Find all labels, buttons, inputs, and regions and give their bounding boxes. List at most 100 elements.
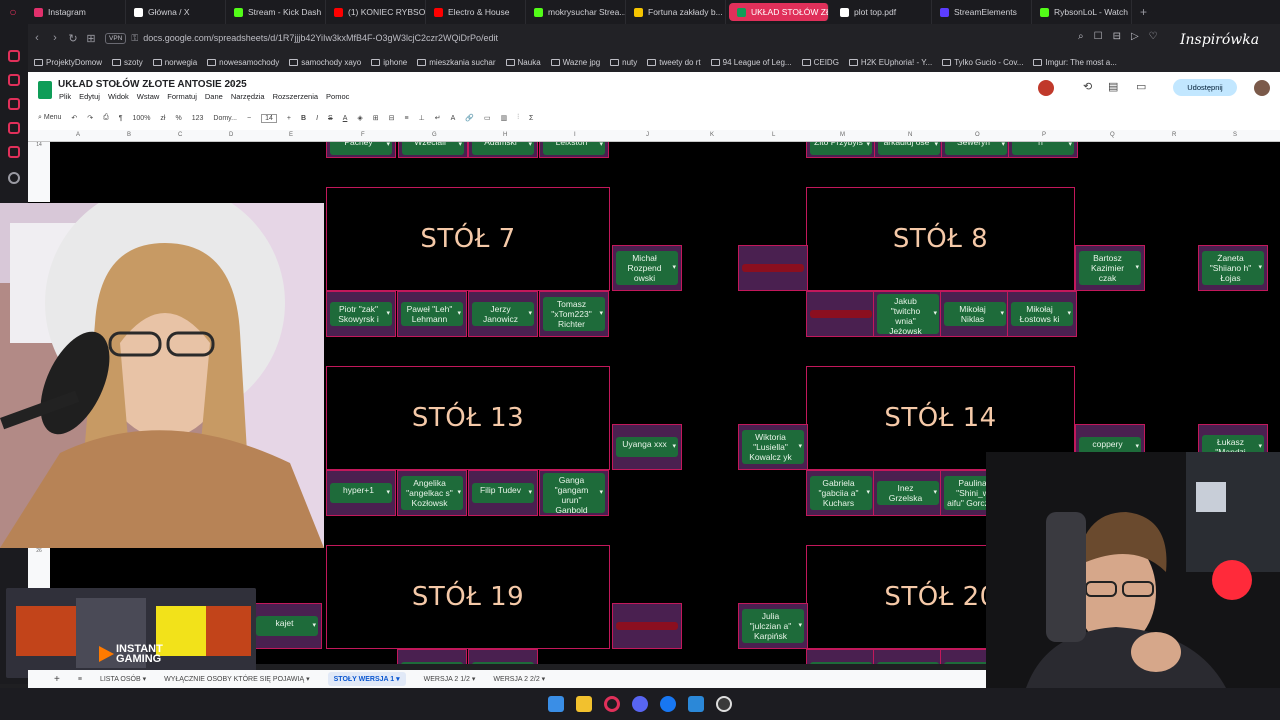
column-header[interactable]: E: [289, 132, 293, 138]
seat-cell[interactable]: Michał Rozpend owski: [612, 245, 682, 291]
bookmark-item[interactable]: tweety do rt: [647, 58, 701, 67]
guest-dropdown-chip[interactable]: Jerzy Janowicz: [472, 302, 534, 326]
guest-dropdown-chip[interactable]: kajet: [256, 616, 318, 636]
row-number[interactable]: 14: [28, 142, 50, 202]
guest-dropdown-chip[interactable]: Karolina: [877, 662, 939, 664]
bookmark-item[interactable]: Imgur: The most a...: [1033, 58, 1117, 67]
bookmark-item[interactable]: samochody xayo: [289, 58, 361, 67]
star-icon[interactable]: ☆: [228, 78, 236, 89]
seat-cell[interactable]: Julia "julczian a" Karpińsk: [738, 603, 808, 649]
guest-dropdown-chip[interactable]: Leixston: [543, 142, 605, 155]
bookmark-icon[interactable]: ☐: [1094, 31, 1103, 42]
filter-icon[interactable]: ⫶: [517, 114, 519, 122]
column-header[interactable]: H: [503, 132, 507, 138]
seat-cell[interactable]: Paweł "Leh" Lehmann: [397, 291, 467, 337]
share-button[interactable]: Udostępnij: [1173, 79, 1237, 96]
url-field[interactable]: docs.google.com/spreadsheets/d/1R7jjjb42…: [143, 33, 498, 43]
browser-tab[interactable]: Fortuna zakłady b...: [626, 0, 726, 24]
sidebar-shortcut-icon[interactable]: [8, 122, 20, 134]
seat-cell[interactable]: arkadiuj ose: [874, 142, 944, 158]
paint-format-icon[interactable]: ¶: [119, 115, 123, 122]
menu-item[interactable]: Wstaw: [137, 92, 160, 101]
bookmark-item[interactable]: 94 League of Leg...: [710, 58, 792, 67]
guest-dropdown-chip[interactable]: Uyanga xxx: [616, 437, 678, 457]
seat-cell[interactable]: kajet: [252, 603, 322, 649]
meet-icon[interactable]: ▭: [1136, 80, 1146, 93]
bookmark-item[interactable]: nuty: [610, 58, 637, 67]
undo-icon[interactable]: ↶: [71, 114, 77, 122]
sheet-tab[interactable]: LISTA OSÓB ▾: [100, 675, 146, 683]
bookmark-item[interactable]: ProjektyDomow: [34, 58, 102, 67]
guest-dropdown-chip[interactable]: arkadiuj ose: [878, 142, 940, 155]
back-icon[interactable]: ‹: [28, 32, 46, 44]
guest-dropdown-chip[interactable]: [472, 662, 534, 664]
align-icon[interactable]: ≡: [405, 115, 409, 122]
column-header[interactable]: A: [76, 132, 80, 138]
print-icon[interactable]: ⎙: [103, 114, 109, 122]
bookmark-item[interactable]: Nauka: [505, 58, 541, 67]
browser-tab[interactable]: StreamElements: [932, 0, 1032, 24]
guest-dropdown-chip[interactable]: Inez Grzelska: [877, 481, 939, 505]
column-header[interactable]: I: [574, 132, 576, 138]
document-title[interactable]: UKŁAD STOŁÓW ZŁOTE ANTOSIE 2025: [58, 79, 247, 90]
facebook-icon[interactable]: [660, 696, 676, 712]
bookmark-item[interactable]: iphone: [371, 58, 407, 67]
seat-cell[interactable]: Filip Tudev: [468, 470, 538, 516]
menu-item[interactable]: Narzędzia: [231, 92, 265, 101]
column-header[interactable]: F: [361, 132, 365, 138]
menu-item[interactable]: Widok: [108, 92, 129, 101]
table-block[interactable]: STÓŁ 8: [806, 187, 1075, 291]
functions-icon[interactable]: Σ: [529, 115, 533, 122]
all-sheets-icon[interactable]: ≡: [78, 676, 82, 683]
seat-cell[interactable]: Adamski: [468, 142, 538, 158]
sheet-tab[interactable]: STOŁY WERSJA 1 ▾: [327, 672, 406, 686]
seat-cell[interactable]: n: [1008, 142, 1078, 158]
guest-dropdown-chip[interactable]: Gabriela "gabciia a" Kuchars: [810, 476, 872, 510]
seat-cell[interactable]: Jakub "twitcho wnia" Jeżowsk: [873, 291, 943, 337]
browser-tab[interactable]: (1) KONIEC RYBSO...: [326, 0, 426, 24]
menu-item[interactable]: Rozszerzenia: [273, 92, 318, 101]
column-header[interactable]: D: [229, 132, 233, 138]
column-header[interactable]: P: [1042, 132, 1046, 138]
extensions-icon[interactable]: ⊟: [1113, 31, 1121, 42]
link-icon[interactable]: 🔗: [465, 114, 474, 122]
browser-tab[interactable]: Instagram: [26, 0, 126, 24]
rotate-icon[interactable]: A: [451, 115, 456, 122]
seat-cell[interactable]: Korol: [806, 649, 876, 664]
seat-cell[interactable]: Uyanga xxx: [612, 424, 682, 470]
borders-icon[interactable]: ⊞: [373, 114, 379, 122]
menu-item[interactable]: Plik: [59, 92, 71, 101]
column-header[interactable]: N: [908, 132, 912, 138]
seat-cell[interactable]: Pacheý: [326, 142, 396, 158]
table-block[interactable]: STÓŁ 13: [326, 366, 610, 470]
text-color-icon[interactable]: A: [343, 115, 348, 122]
font-select[interactable]: Domy...: [213, 115, 237, 122]
zoom-icon[interactable]: ⌕: [1078, 31, 1084, 42]
bookmark-item[interactable]: Tylko Gucio - Cov...: [942, 58, 1023, 67]
fill-color-icon[interactable]: ◈: [357, 114, 362, 122]
font-size-plus[interactable]: +: [287, 115, 291, 122]
guest-dropdown-chip[interactable]: Zito Przybyls: [810, 142, 872, 155]
browser-tab[interactable]: UKŁAD STOŁÓW ZŁOTE A...: [729, 3, 829, 21]
row-number[interactable]: 26: [28, 548, 50, 588]
bookmark-item[interactable]: nowesamochody: [207, 58, 279, 67]
merge-icon[interactable]: ⊟: [389, 114, 395, 122]
italic-icon[interactable]: I: [316, 115, 318, 122]
sidebar-shortcut-icon[interactable]: [8, 98, 20, 110]
guest-dropdown-chip[interactable]: n: [1012, 142, 1074, 155]
column-header[interactable]: J: [646, 132, 649, 138]
sidebar-settings-icon[interactable]: [8, 172, 20, 184]
seat-cell[interactable]: Wiktoria "Lusiella" Kowalcz yk: [738, 424, 808, 470]
guest-dropdown-chip[interactable]: Wiktoria "Lusiella" Kowalcz yk: [742, 430, 804, 464]
font-size-minus[interactable]: −: [247, 115, 251, 122]
seat-cell[interactable]: Wzeclair: [398, 142, 468, 158]
zoom-select[interactable]: 100%: [133, 115, 151, 122]
guest-dropdown-chip[interactable]: Piotr "zak" Skowyrsk i: [330, 302, 392, 326]
bookmark-item[interactable]: szoty: [112, 58, 143, 67]
guest-dropdown-chip[interactable]: Seweryn: [945, 142, 1007, 155]
speed-dial-icon[interactable]: ⊞: [82, 32, 100, 45]
seat-cell[interactable]: Jerzy Janowicz: [468, 291, 538, 337]
guest-dropdown-chip[interactable]: Tomasz "xTom223" Richter: [543, 297, 605, 331]
redo-icon[interactable]: ↷: [87, 114, 93, 122]
guest-dropdown-chip[interactable]: Julia "julczian a" Karpińsk: [742, 609, 804, 643]
